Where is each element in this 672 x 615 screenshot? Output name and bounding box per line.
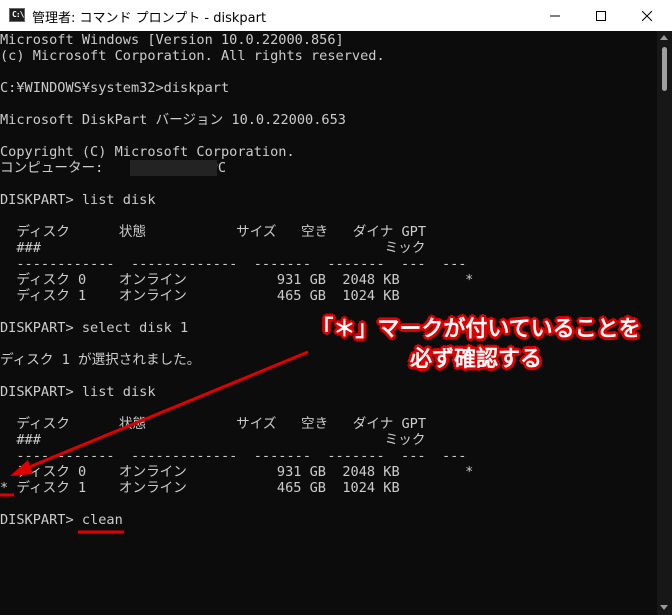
cmd-icon: C:\ bbox=[9, 8, 25, 22]
window-title: 管理者: コマンド プロンプト - diskpart bbox=[32, 11, 267, 26]
console-line: Microsoft Windows [Version 10.0.22000.85… bbox=[0, 32, 344, 48]
vertical-scrollbar[interactable] bbox=[657, 31, 672, 615]
console-line: DISKPART> list disk bbox=[0, 384, 156, 400]
console-line: ディスク 0 オンライン 931 GB 2048 KB * bbox=[0, 464, 474, 480]
minimize-button[interactable] bbox=[532, 0, 578, 31]
console-line: ディスク 1 が選択されました。 bbox=[0, 352, 201, 368]
console-line: * ディスク 1 オンライン 465 GB 1024 KB bbox=[0, 480, 400, 496]
console-line: ディスク 0 オンライン 931 GB 2048 KB * bbox=[0, 272, 474, 288]
annotation-line-1: 「＊」マークが付いていることを bbox=[311, 317, 641, 342]
console-line: DISKPART> clean bbox=[0, 512, 123, 528]
close-icon bbox=[642, 10, 652, 21]
close-button[interactable] bbox=[624, 0, 670, 31]
console-line: ディスク 状態 サイズ 空き ダイナ GPT bbox=[0, 416, 427, 432]
console-line: ### ミック bbox=[0, 432, 426, 448]
console-line: C:¥WINDOWS¥system32>diskpart bbox=[0, 80, 230, 96]
console-line: (c) Microsoft Corporation. All rights re… bbox=[0, 48, 385, 64]
scroll-down-icon[interactable] bbox=[660, 605, 668, 610]
annotation-line-2: 必ず確認する bbox=[409, 347, 542, 372]
console-line: DISKPART> list disk bbox=[0, 192, 156, 208]
title-bar[interactable]: C:\ 管理者: コマンド プロンプト - diskpart bbox=[0, 0, 672, 31]
maximize-button[interactable] bbox=[578, 0, 624, 31]
minimize-icon bbox=[550, 15, 560, 16]
console-line: DISKPART> select disk 1 bbox=[0, 320, 189, 336]
console-line: ディスク 状態 サイズ 空き ダイナ GPT bbox=[0, 224, 427, 240]
console-line: ### ミック bbox=[0, 240, 426, 256]
console-line: Copyright (C) Microsoft Corporation. bbox=[0, 144, 295, 160]
console-line: ------------ ------------- ------- -----… bbox=[0, 256, 467, 272]
redacted-computer-name bbox=[130, 160, 217, 176]
console-line: ------------ ------------- ------- -----… bbox=[0, 448, 467, 464]
command-prompt-window: C:\ 管理者: コマンド プロンプト - diskpart Microsoft… bbox=[0, 0, 672, 615]
scroll-up-icon[interactable] bbox=[660, 35, 668, 40]
annotation-callout: 「＊」マークが付いていることを 必ず確認する bbox=[296, 315, 656, 375]
console-line: ディスク 1 オンライン 465 GB 1024 KB bbox=[0, 288, 400, 304]
console-line: Microsoft DiskPart バージョン 10.0.22000.653 bbox=[0, 112, 346, 128]
maximize-icon bbox=[596, 10, 606, 21]
scrollbar-thumb[interactable] bbox=[662, 47, 667, 91]
